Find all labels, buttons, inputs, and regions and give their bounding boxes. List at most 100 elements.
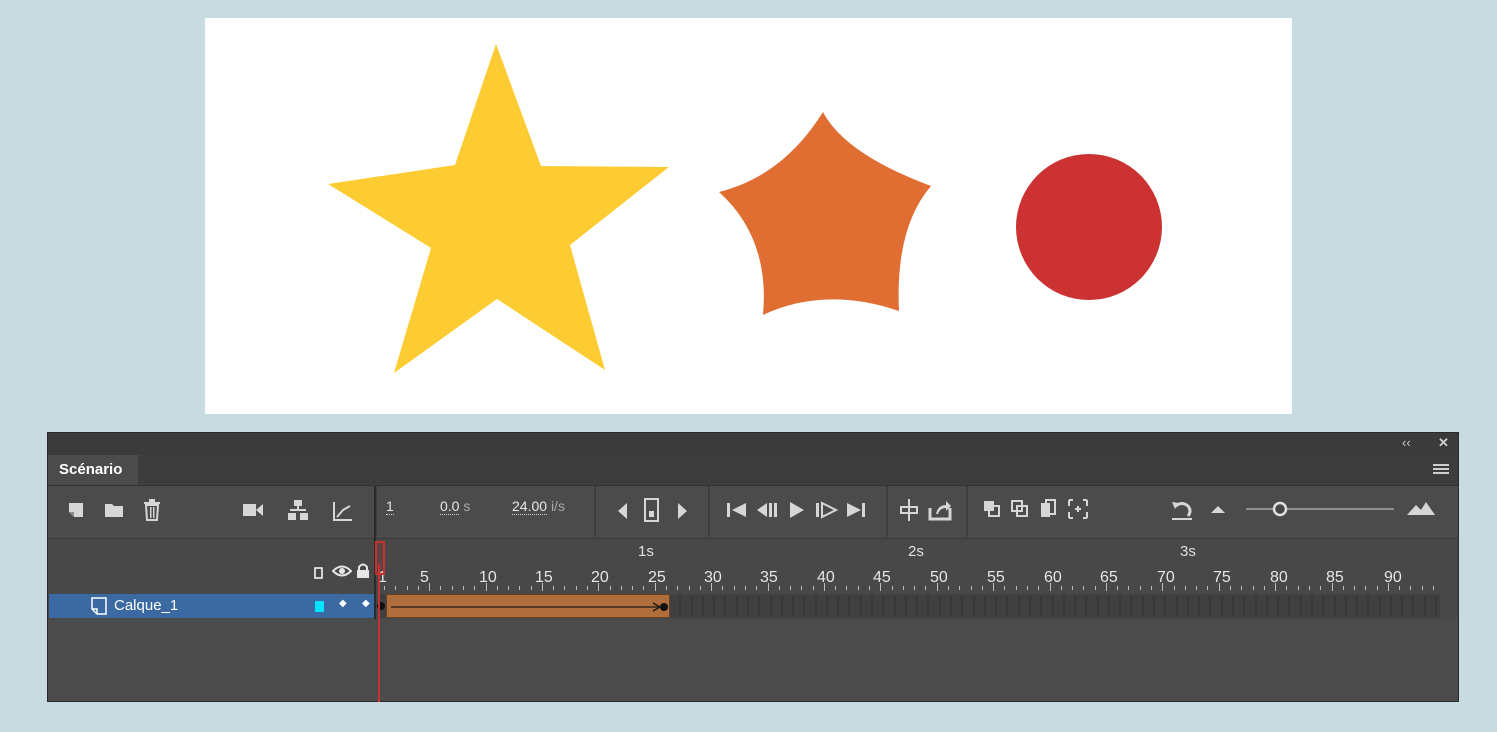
- previous-marker-icon[interactable]: [616, 502, 628, 520]
- frame-cell: [1389, 596, 1392, 616]
- frame-cell: [983, 596, 986, 616]
- ruler-tick: [778, 586, 780, 590]
- close-panel-icon[interactable]: ✕: [1438, 435, 1449, 451]
- frame-cell: [814, 596, 817, 616]
- layer-lock-dot[interactable]: ◆: [362, 598, 370, 609]
- collapse-panel-icon[interactable]: ‹‹: [1402, 435, 1411, 450]
- layer-outline-header-icon[interactable]: [314, 567, 323, 579]
- ruler-tick: [722, 586, 724, 590]
- motion-tween-span[interactable]: [386, 594, 670, 618]
- ruler-tick: [1196, 586, 1198, 590]
- center-frame-icon[interactable]: [644, 498, 660, 522]
- new-folder-icon[interactable]: [104, 502, 124, 518]
- step-back-frame-icon[interactable]: [755, 501, 779, 519]
- frame-cell: [746, 596, 749, 616]
- star-orange-shape[interactable]: [719, 112, 931, 315]
- ruler-tick: [620, 586, 622, 590]
- ruler-tick: [1252, 586, 1254, 590]
- ruler-tick: [1173, 586, 1175, 590]
- ruler-tick: [508, 586, 510, 590]
- ruler-tick: [823, 583, 825, 591]
- frame-cell: [871, 596, 874, 616]
- ruler-tick: [1117, 586, 1119, 590]
- fps-unit: i/s: [550, 498, 565, 514]
- star-yellow-shape[interactable]: [328, 44, 669, 373]
- panel-menu-icon[interactable]: [1433, 464, 1449, 476]
- frame-cell: [679, 596, 682, 616]
- ruler-tick: [496, 586, 498, 590]
- ruler-frame-number: 20: [591, 569, 609, 586]
- frame-cell: [1141, 596, 1144, 616]
- ruler-tick: [812, 586, 814, 590]
- frame-cell: [1288, 596, 1291, 616]
- time-display[interactable]: 0.0 s: [440, 498, 470, 515]
- toolbar-separator: [708, 486, 710, 537]
- ruler-tick: [1241, 586, 1243, 590]
- ruler-tick: [1399, 586, 1401, 590]
- layer-name[interactable]: Calque_1: [114, 597, 178, 614]
- frame-cell: [1175, 596, 1178, 616]
- time-value: 0.0: [440, 498, 460, 515]
- zoom-in-icon[interactable]: [1406, 500, 1436, 516]
- next-marker-icon[interactable]: [677, 502, 689, 520]
- tab-scenario[interactable]: Scénario: [48, 455, 138, 485]
- frame-ruler[interactable]: 1s 2s 3s 1 5 10 15 20 25 30 35 40 45 50 …: [376, 539, 1438, 591]
- modify-markers-icon[interactable]: [1067, 498, 1089, 520]
- easing-graph-icon[interactable]: [332, 500, 354, 522]
- lock-icon[interactable]: [356, 563, 370, 579]
- ruler-frame-number: 80: [1270, 569, 1288, 586]
- camera-icon[interactable]: [242, 502, 264, 518]
- panel-titlebar: ‹‹ ✕: [48, 433, 1458, 455]
- edit-multiple-frames-icon[interactable]: [1039, 499, 1059, 521]
- ruler-frame-number: 40: [817, 569, 835, 586]
- start-keyframe-icon[interactable]: [375, 600, 387, 612]
- layer-parenting-icon[interactable]: [287, 499, 309, 521]
- ruler-tick: [993, 583, 995, 591]
- show-hide-eye-icon[interactable]: [332, 564, 352, 578]
- step-forward-frame-icon[interactable]: [814, 501, 838, 519]
- ruler-frame-number: 60: [1044, 569, 1062, 586]
- export-icon[interactable]: [928, 498, 952, 522]
- ruler-frame-number: 70: [1157, 569, 1175, 586]
- circle-red-shape[interactable]: [1016, 154, 1162, 300]
- layer-color-swatch[interactable]: [315, 601, 324, 612]
- go-to-last-frame-icon[interactable]: [845, 501, 867, 519]
- layer-visibility-dot[interactable]: ◆: [339, 598, 347, 609]
- loop-playback-icon[interactable]: [900, 498, 918, 522]
- frame-cell: [1130, 596, 1133, 616]
- onion-skin-icon[interactable]: [982, 499, 1002, 519]
- timeline-panel: ‹‹ ✕ Scénario 1 0.0 s 24.00 i/s 1s 2s 3s…: [47, 432, 1459, 702]
- zoom-out-icon[interactable]: [1210, 504, 1226, 514]
- current-frame-field[interactable]: 1: [386, 498, 394, 515]
- layer-type-icon: [91, 597, 107, 615]
- stage-canvas[interactable]: [205, 18, 1292, 414]
- ruler-tick: [1263, 586, 1265, 590]
- frame-cell: [893, 596, 896, 616]
- play-icon[interactable]: [788, 501, 806, 519]
- reset-zoom-icon[interactable]: [1170, 499, 1194, 521]
- ruler-tick: [677, 586, 679, 590]
- frame-cell: [837, 596, 840, 616]
- delete-layer-icon[interactable]: [143, 499, 161, 521]
- layer-row[interactable]: Calque_1 ◆ ◆: [49, 594, 374, 618]
- playhead[interactable]: [375, 541, 385, 575]
- ruler-tick: [429, 583, 431, 591]
- new-layer-icon[interactable]: [67, 501, 85, 519]
- ruler-tick: [1060, 586, 1062, 590]
- ruler-second-label: 2s: [908, 543, 924, 560]
- ruler-tick: [632, 586, 634, 590]
- fps-display[interactable]: 24.00 i/s: [512, 498, 565, 515]
- ruler-tick: [1139, 586, 1141, 590]
- go-to-first-frame-icon[interactable]: [726, 501, 748, 519]
- fps-value: 24.00: [512, 498, 548, 515]
- ruler-frame-number: 5: [420, 569, 429, 586]
- ruler-tick: [395, 586, 397, 590]
- frame-cell: [995, 596, 998, 616]
- onion-skin-outlines-icon[interactable]: [1010, 499, 1030, 519]
- frame-cell: [1356, 596, 1359, 616]
- ruler-tick: [1072, 586, 1074, 590]
- ruler-tick: [519, 586, 521, 590]
- ruler-frame-number: 25: [648, 569, 666, 586]
- zoom-slider[interactable]: [1246, 500, 1394, 518]
- ruler-tick: [564, 586, 566, 590]
